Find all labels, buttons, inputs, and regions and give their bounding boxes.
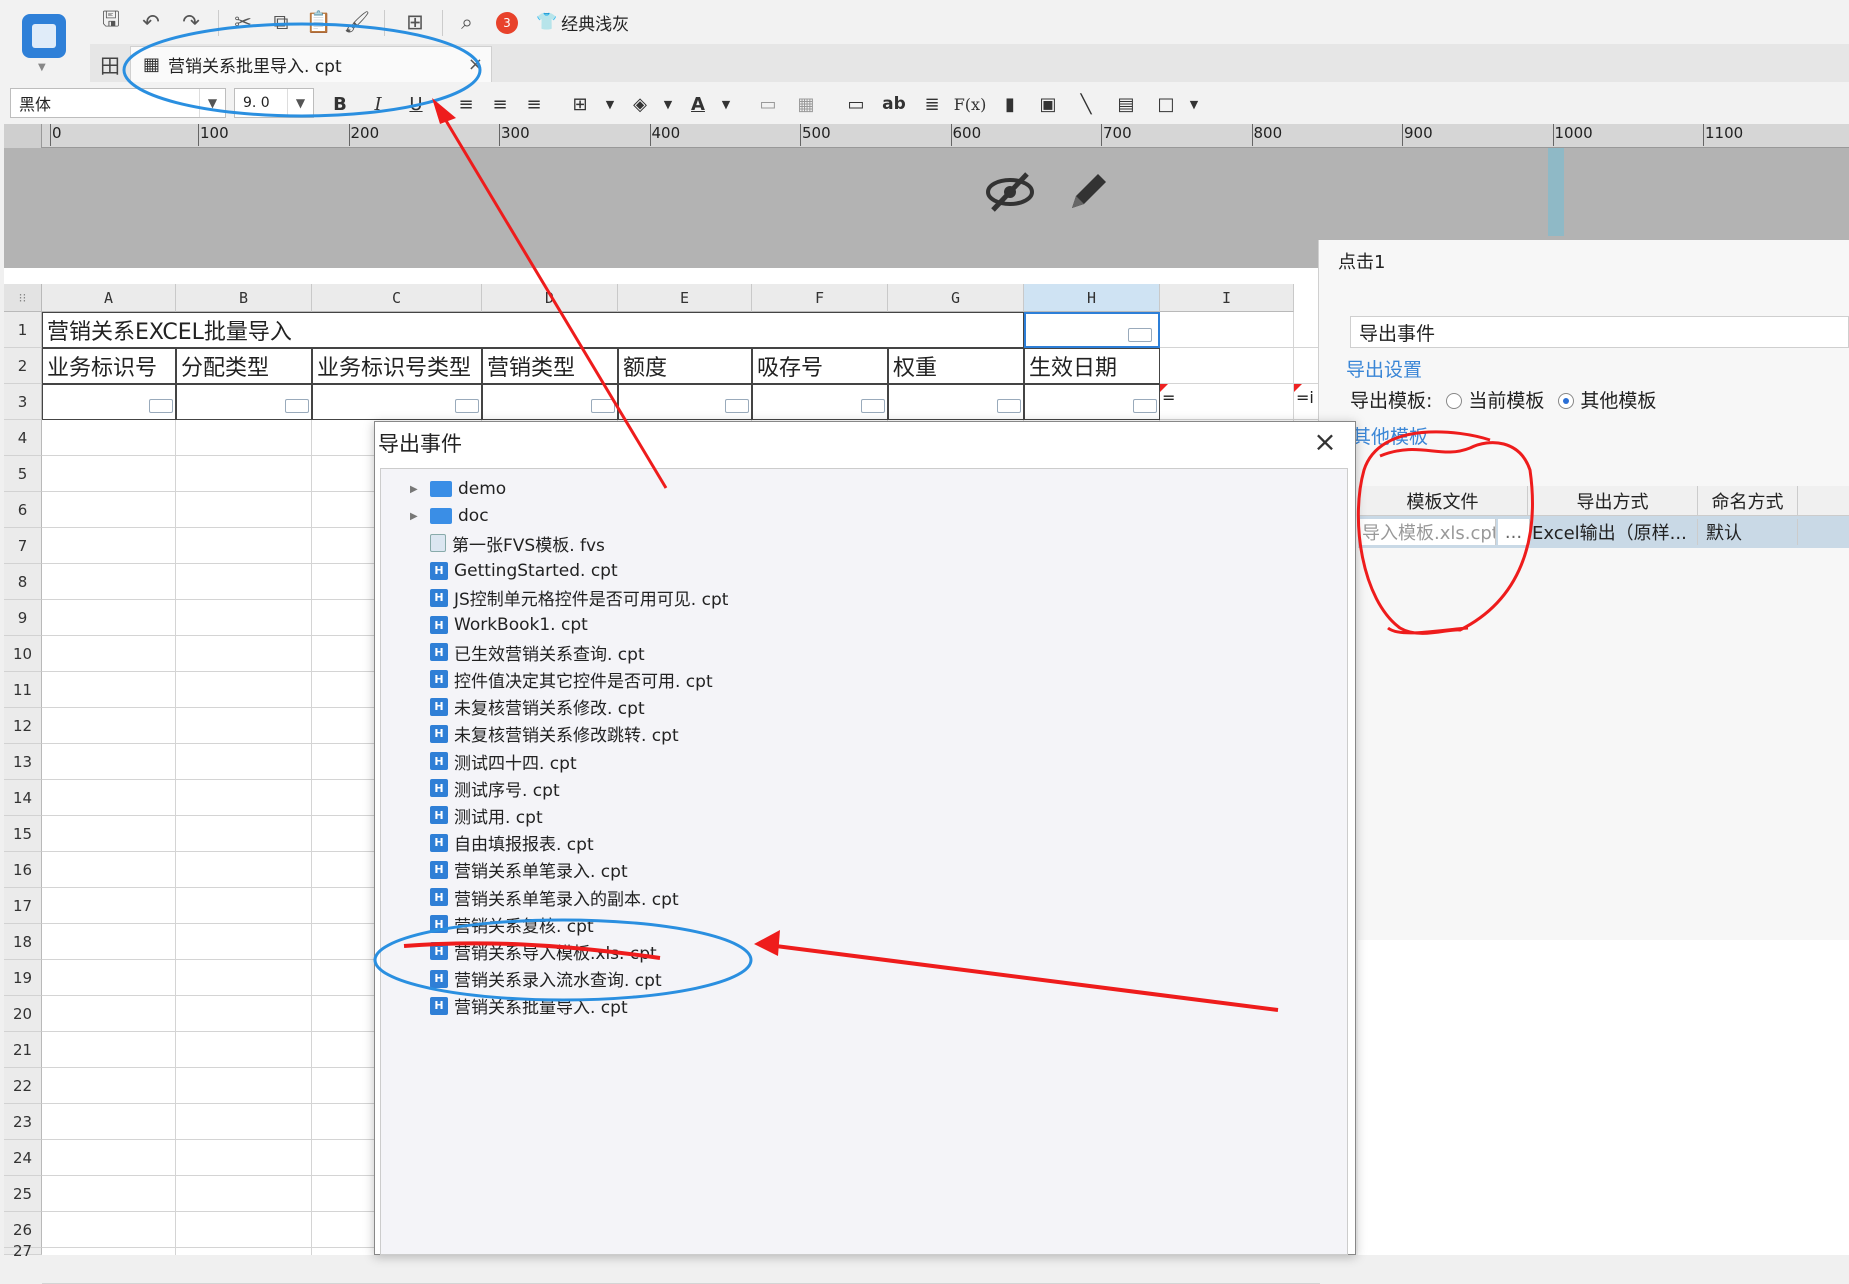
- blue-ellipse-tab: [122, 22, 482, 118]
- red-underline: [403, 941, 661, 960]
- red-circle-scribble: [1356, 430, 1534, 635]
- blue-ellipse-file: [373, 918, 753, 1002]
- annotation-overlay: [122, 22, 1534, 1012]
- red-arrow-head-up: [432, 98, 456, 124]
- red-arrow-long: [759, 942, 1279, 1012]
- red-arrow-head-left: [754, 930, 780, 956]
- red-arrow-line-up: [440, 113, 668, 489]
